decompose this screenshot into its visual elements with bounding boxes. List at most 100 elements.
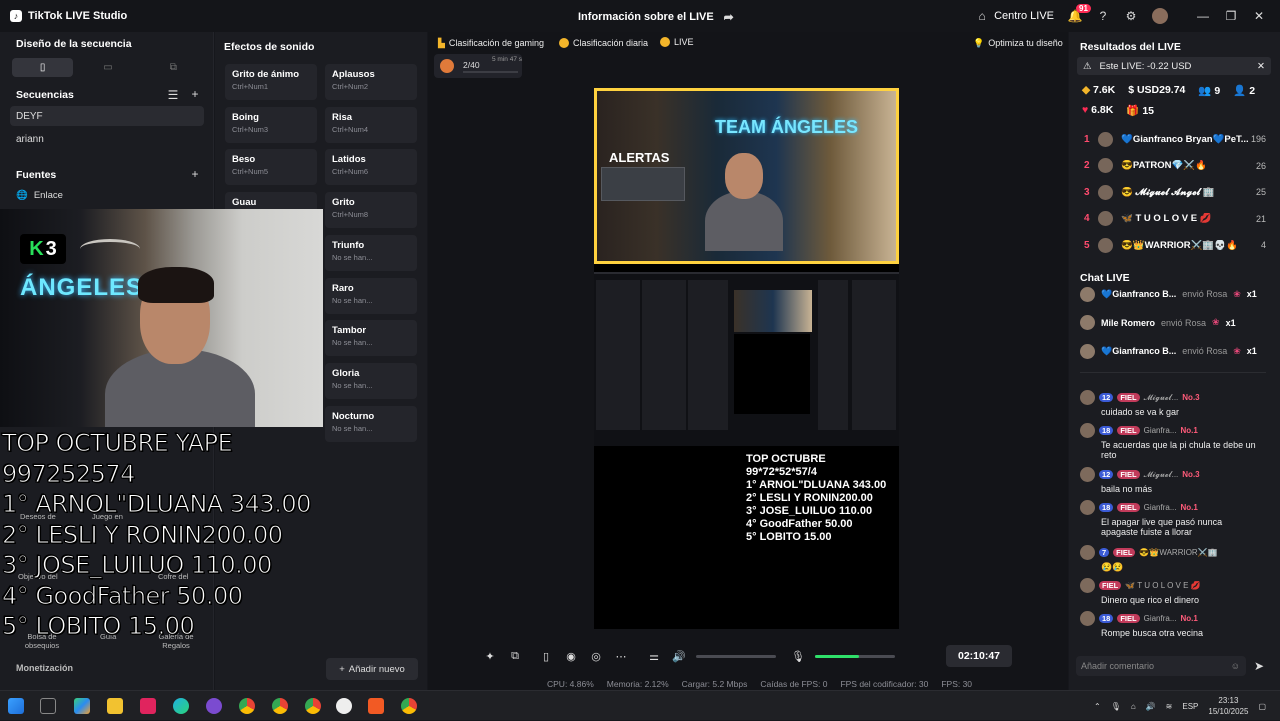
message-text: Te acuerdas que la pi chula te debe un r… — [1101, 440, 1256, 460]
tiktok-studio-icon[interactable] — [140, 698, 156, 714]
media-player-icon[interactable] — [336, 698, 352, 714]
daily-ranking-chip[interactable]: Clasificación diaria — [559, 35, 648, 51]
mic-slider[interactable] — [815, 654, 895, 658]
clock[interactable]: 23:13 15/10/2025 — [1208, 695, 1248, 717]
volume-slider[interactable] — [696, 654, 776, 658]
close-banner-icon[interactable]: ✕ — [1257, 61, 1265, 72]
brave-icon[interactable] — [368, 698, 384, 714]
ranking-row[interactable]: 4 🦋 T U O L O V E 💋 21 — [1084, 209, 1266, 229]
chrome-icon[interactable] — [401, 698, 417, 714]
layout-horizontal-button[interactable]: ▭ — [77, 58, 138, 77]
layout-multi-button[interactable]: ⧉ — [143, 58, 204, 77]
speaker-icon[interactable]: 🔊 — [671, 648, 687, 664]
message-user: 𝓜𝓲𝓰𝓾𝓮𝓵... — [1143, 392, 1179, 402]
camera-settings-icon[interactable]: ◎ — [588, 648, 604, 664]
language-indicator[interactable]: ESP — [1182, 702, 1198, 711]
gaming-ranking-chip[interactable]: ▙ Clasificación de gaming — [438, 35, 544, 51]
help-icon[interactable]: ? — [1096, 9, 1110, 23]
sound-effect-button[interactable]: Tambor No se han... — [325, 320, 417, 357]
chat-message[interactable]: 18 FIEL Gianfra... No.1 El apagar live que p… — [1080, 500, 1260, 537]
more-icon[interactable]: ⋯ — [613, 648, 629, 664]
file-explorer-icon[interactable] — [107, 698, 123, 714]
sequence-item[interactable]: DEYF — [10, 106, 204, 126]
message-header: 18 FIEL Gianfra... No.1 — [1080, 423, 1260, 438]
preview-ranking-line: 5° LOBITO 15.00 — [746, 531, 832, 543]
message-text: 😢😢 — [1101, 562, 1124, 572]
ranking-row[interactable]: 5 😎👑WARRIOR⚔️🏢💀🔥 4 — [1084, 235, 1266, 255]
maximize-icon[interactable]: ❐ — [1224, 9, 1238, 23]
settings-icon[interactable]: ⚙ — [1124, 9, 1138, 23]
network-icon[interactable]: ⌂ — [1131, 702, 1136, 711]
gift-message: 💙Gianfranco B... envió Rosa ❀ x1 — [1080, 285, 1260, 303]
send-icon[interactable]: ➤ — [1252, 659, 1266, 673]
comment-input[interactable]: Añadir comentario ☺ — [1076, 656, 1246, 676]
chrome-icon[interactable] — [305, 698, 321, 714]
optimize-layout-button[interactable]: 💡 Optimiza tu diseño — [973, 35, 1063, 51]
notifications-button[interactable]: 🔔 91 — [1068, 4, 1091, 23]
divider — [1080, 372, 1266, 373]
rank-value: 26 — [1255, 160, 1266, 171]
sound-effect-button[interactable]: Gloria No se han... — [325, 362, 417, 399]
sound-effect-button[interactable]: Raro No se han... — [325, 277, 417, 314]
live-info-title[interactable]: Información sobre el LIVE ➦ — [578, 10, 736, 24]
sequence-item[interactable]: ariann — [10, 129, 204, 149]
share-icon[interactable]: ➦ — [722, 10, 736, 24]
chat-message[interactable]: 7 FIEL 😎👑WARRIOR⚔️🏢 😢😢 — [1080, 545, 1260, 573]
live-preview[interactable]: TEAM ÁNGELES ALERTAS TOP OCTUBRE 99*72*5… — [594, 88, 899, 629]
sound-effect-button[interactable]: Nocturno No se han... — [325, 405, 417, 442]
sound-effect-button[interactable]: Grito de ánimo Ctrl+Num1 — [225, 64, 317, 100]
add-sequence-icon[interactable]: + — [188, 87, 202, 101]
sound-effect-button[interactable]: Triunfo No se han... — [325, 234, 417, 271]
user-avatar[interactable] — [1152, 8, 1168, 24]
obs-icon[interactable] — [206, 698, 222, 714]
phone-icon[interactable]: ▯ — [538, 648, 554, 664]
sound-effect-button[interactable]: Latidos Ctrl+Num6 — [325, 149, 417, 186]
emoji-icon[interactable]: ☺ — [1231, 661, 1240, 671]
chrome-icon[interactable] — [272, 698, 288, 714]
copilot-icon[interactable] — [74, 698, 90, 714]
list-icon[interactable]: ☰ — [166, 88, 180, 102]
minimize-icon[interactable]: — — [1196, 9, 1210, 23]
edge-icon[interactable] — [173, 698, 189, 714]
sound-effect-button[interactable]: Beso Ctrl+Num5 — [225, 149, 317, 186]
notifications-tray-icon[interactable]: ▢ — [1258, 702, 1266, 711]
diamond-icon: ◆ — [1082, 84, 1091, 96]
magic-icon[interactable]: ✦ — [482, 648, 498, 664]
chat-message[interactable]: 18 FIEL Gianfra... No.1 Te acuerdas que la p… — [1080, 423, 1260, 460]
sound-effect-button[interactable]: Aplausos Ctrl+Num2 — [325, 64, 417, 100]
sound-effect-button[interactable]: Boing Ctrl+Num3 — [225, 106, 317, 143]
scene-icon[interactable]: ⧉ — [507, 648, 523, 664]
close-icon[interactable]: ✕ — [1252, 9, 1266, 23]
sound-name: Guau — [232, 197, 257, 209]
sound-effect-button[interactable]: Grito Ctrl+Num8 — [325, 192, 417, 229]
goal-counter[interactable]: 2/40 5 min 47 s — [434, 54, 522, 78]
mixer-icon[interactable]: ⚌ — [646, 648, 662, 664]
ranking-row[interactable]: 2 😎PATRON💎⚔️🔥 26 — [1084, 156, 1266, 176]
ranking-row[interactable]: 1 💙Gianfranco Bryan💙PeT... 196 — [1084, 129, 1266, 149]
sound-effect-button[interactable]: Risa Ctrl+Num4 — [325, 106, 417, 143]
metric-value: 6.8K — [1091, 104, 1114, 116]
layout-vertical-button[interactable]: ▯ — [12, 58, 74, 77]
chevron-up-icon[interactable]: ⌃ — [1094, 702, 1101, 711]
camera-source-window[interactable]: K3 ÁNGELES — [0, 209, 323, 427]
ranking-row[interactable]: 3 😎 𝓜𝓲𝓰𝓾𝓮𝓵 𝓐𝓷𝓰𝓮𝓵 🏢 25 — [1084, 182, 1266, 202]
chrome-icon[interactable] — [239, 698, 255, 714]
record-icon[interactable]: ◉ — [563, 648, 579, 664]
wifi-icon[interactable]: ≋ — [1166, 702, 1173, 711]
source-item-enlace[interactable]: 🌐 Enlace — [16, 190, 63, 201]
mic-tray-icon[interactable]: 🎙 — [1111, 702, 1121, 711]
add-sound-button[interactable]: + Añadir nuevo — [326, 658, 418, 680]
chat-message[interactable]: FIEL 🦋 T U O L O V E 💋 Dinero que rico el … — [1080, 578, 1260, 605]
chat-message[interactable]: 12 FIEL 𝓜𝓲𝓰𝓾𝓮𝓵... No.3 baila no más — [1080, 467, 1260, 494]
chat-message[interactable]: 12 FIEL 𝓜𝓲𝓰𝓾𝓮𝓵... No.3 cuidado se va k gar — [1080, 390, 1260, 417]
windows-start-icon[interactable] — [8, 698, 24, 714]
message-user: Gianfra... — [1143, 426, 1177, 435]
volume-tray-icon[interactable]: 🔊 — [1146, 702, 1156, 711]
live-chip[interactable]: LIVE — [660, 34, 694, 50]
chat-message[interactable]: 18 FIEL Gianfra... No.1 Rompe busca otra vec… — [1080, 611, 1260, 638]
centro-live-button[interactable]: ⌂ Centro LIVE — [975, 9, 1054, 23]
add-source-icon[interactable]: + — [188, 167, 202, 181]
task-view-icon[interactable] — [40, 698, 56, 714]
mic-icon[interactable]: 🎙 — [790, 648, 806, 664]
avatar — [1080, 578, 1095, 593]
